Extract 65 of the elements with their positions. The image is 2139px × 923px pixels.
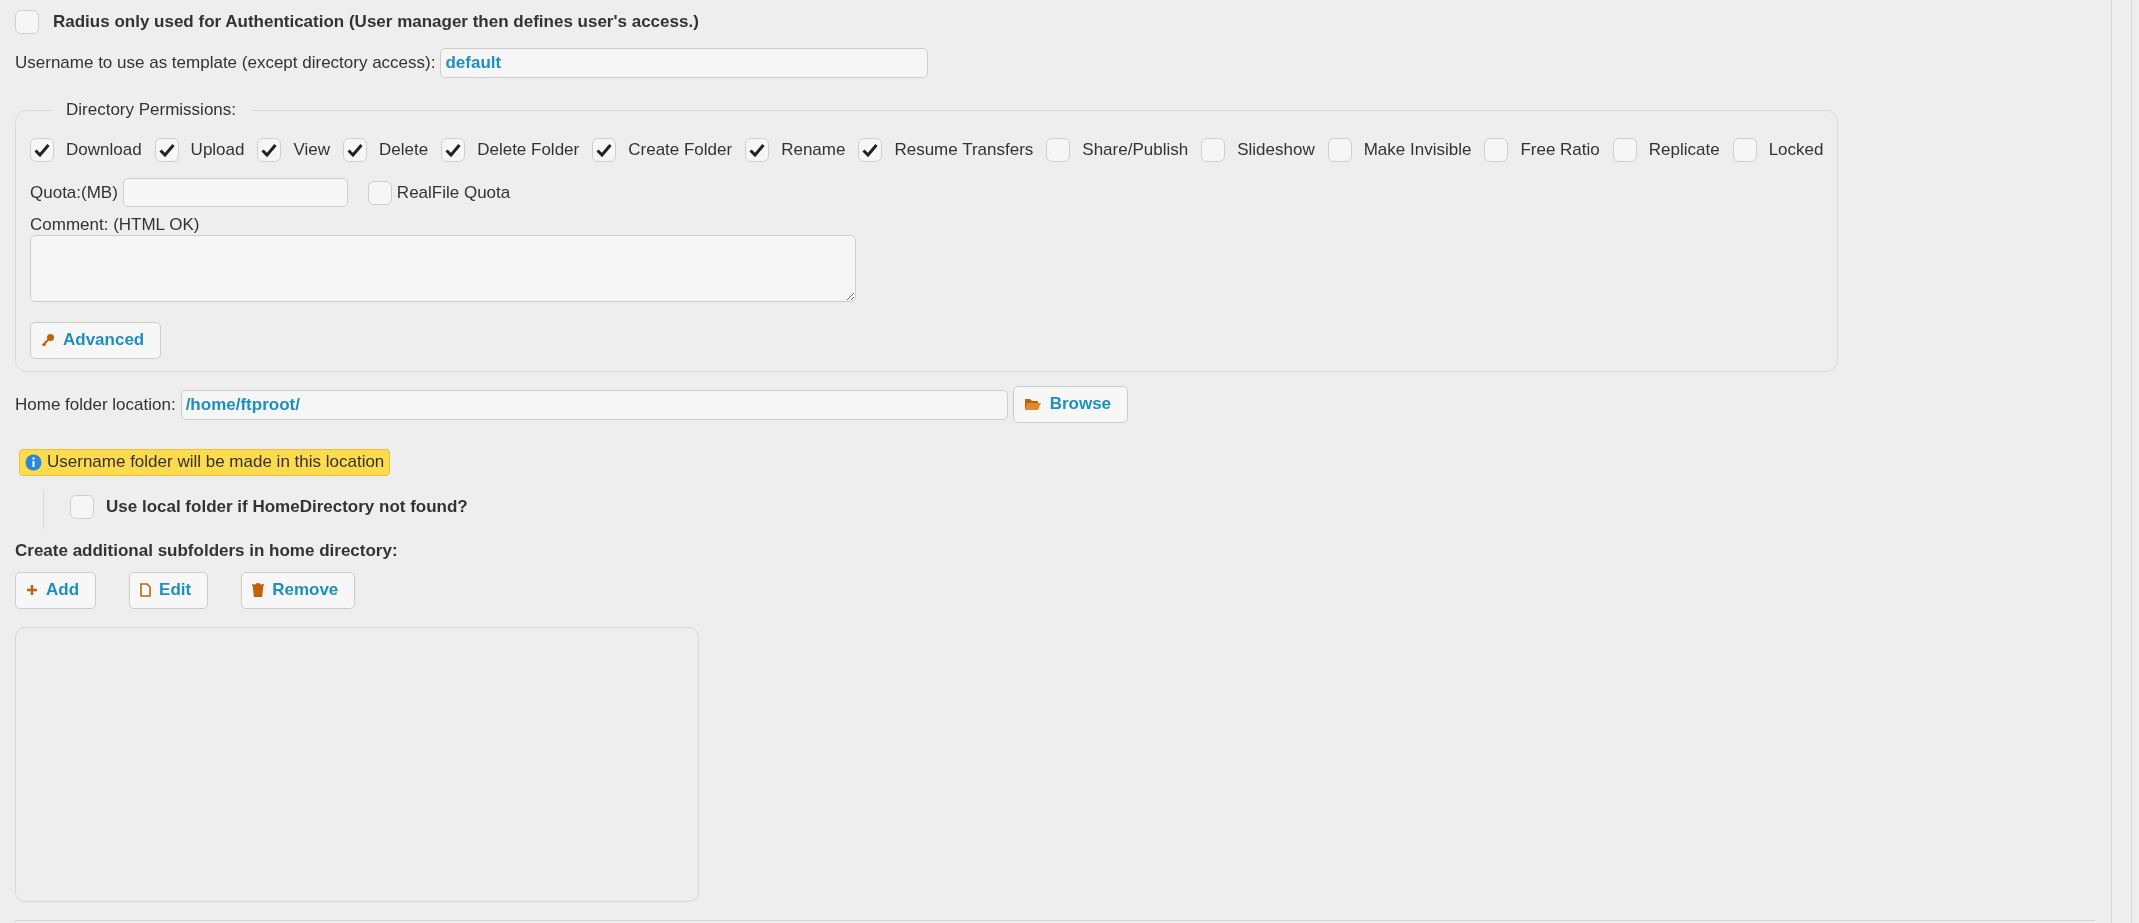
checkbox[interactable]: [15, 10, 39, 34]
plus-icon: [26, 583, 38, 596]
field-label: Home folder location:: [15, 394, 176, 415]
checkbox-label: Locked: [1768, 140, 1824, 160]
checkbox-label: Free Ratio: [1520, 140, 1600, 160]
checkbox-label: Radius only used for Authentication (User manager then defines user's access.): [53, 12, 699, 32]
checkbox[interactable]: [745, 138, 770, 162]
input-field[interactable]: [122, 178, 348, 207]
checkbox[interactable]: [1612, 138, 1637, 162]
fieldset-legend: Directory Permissions:: [50, 100, 253, 120]
check-icon: [34, 143, 50, 157]
input-field[interactable]: /home/ftproot/: [180, 389, 1008, 420]
subfolder-list[interactable]: [15, 627, 699, 902]
remove-button[interactable]: Remove: [241, 572, 356, 609]
checkbox[interactable]: [154, 138, 179, 162]
checkbox-label: Upload: [190, 140, 245, 160]
checkbox-label: Use local folder if HomeDirectory not found?: [106, 497, 468, 517]
checkbox[interactable]: [257, 138, 282, 162]
check-icon: [862, 143, 879, 157]
checkbox[interactable]: [1201, 138, 1226, 162]
checkbox-label: Download: [66, 140, 142, 160]
checkbox[interactable]: [30, 138, 54, 162]
edit-button[interactable]: Edit: [129, 572, 209, 609]
field-label: Quota:(MB): [30, 182, 118, 203]
field-label: Username to use as template (except directory access):: [15, 53, 436, 73]
checkbox-label: RealFile Quota: [396, 182, 511, 203]
checkbox[interactable]: [858, 138, 883, 162]
checkbox[interactable]: [70, 495, 94, 519]
info-badge: Username folder will be made in this location: [19, 449, 391, 476]
check-icon: [596, 143, 613, 157]
section-heading: Create additional subfolders in home directory:: [15, 541, 398, 561]
document-icon: [140, 582, 152, 597]
checkbox-label: Resume Transfers: [894, 140, 1034, 160]
check-icon: [158, 143, 175, 157]
checkbox[interactable]: [1327, 138, 1352, 162]
add-button[interactable]: Add: [15, 572, 97, 609]
info-icon: [25, 453, 42, 471]
folder-icon: [1023, 396, 1042, 411]
checkbox-label: Rename: [781, 140, 846, 160]
checkbox-label: Delete Folder: [477, 140, 580, 160]
check-icon: [749, 143, 766, 157]
checkbox-label: Replicate: [1648, 140, 1720, 160]
check-icon: [445, 143, 462, 157]
browse-button[interactable]: Browse: [1012, 386, 1129, 423]
checkbox[interactable]: [592, 138, 617, 162]
checkbox-label: Create Folder: [628, 140, 733, 160]
checkbox-label: Make Invisible: [1363, 140, 1472, 160]
field-label: Comment: (HTML OK): [30, 215, 200, 234]
checkbox-label: Slideshow: [1237, 140, 1315, 160]
checkbox[interactable]: [1046, 138, 1071, 162]
check-icon: [347, 143, 364, 157]
checkbox[interactable]: [367, 180, 392, 205]
trash-icon: [252, 582, 265, 597]
input-field[interactable]: default: [440, 48, 929, 78]
checkbox-label: Share/Publish: [1082, 140, 1189, 160]
comment-textarea[interactable]: [30, 235, 856, 302]
checkbox[interactable]: [441, 138, 466, 162]
checkbox[interactable]: [1484, 138, 1509, 162]
checkbox[interactable]: [343, 138, 368, 162]
checkbox[interactable]: [1732, 138, 1757, 162]
checkbox-label: View: [293, 140, 331, 160]
advanced-button[interactable]: Advanced: [30, 322, 162, 359]
key-icon: [41, 332, 55, 347]
checkbox-label: Delete: [379, 140, 429, 160]
check-icon: [261, 143, 278, 157]
